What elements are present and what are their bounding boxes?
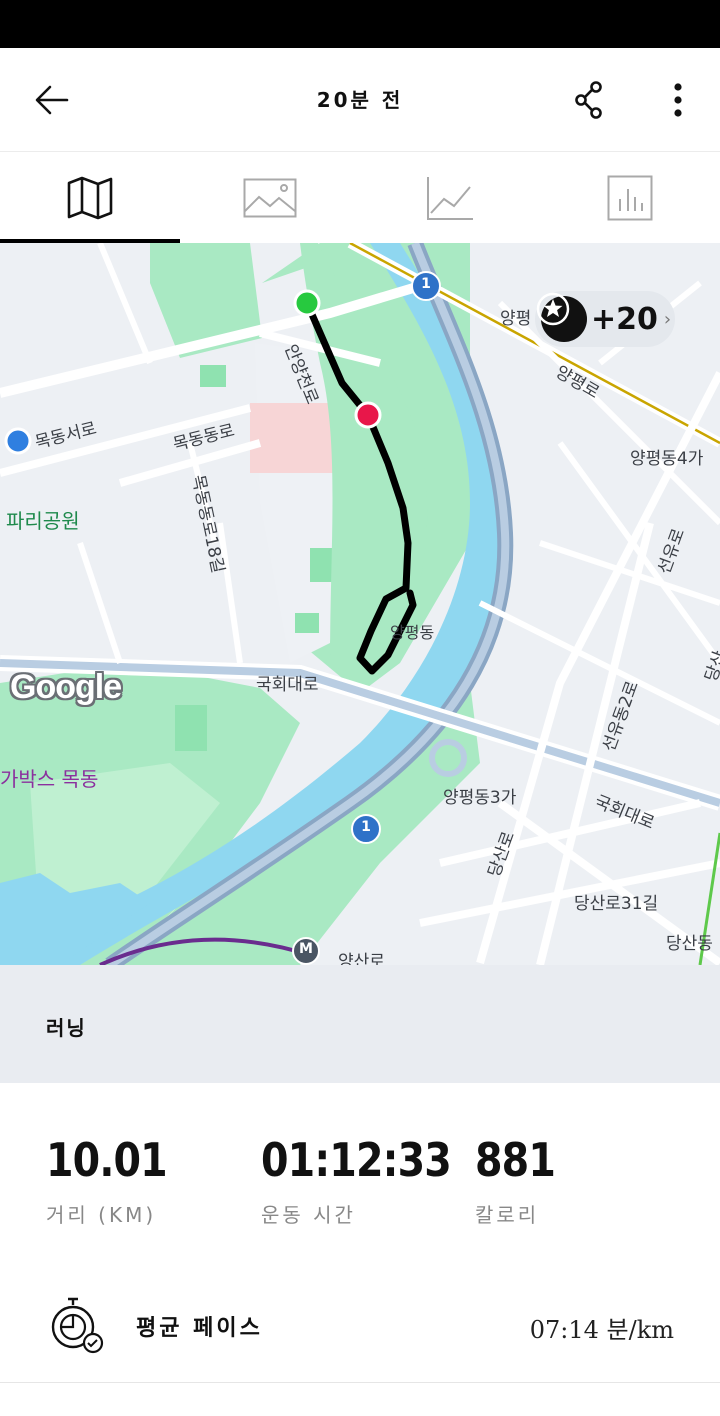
route-1-marker: 1: [421, 276, 431, 292]
stat-value: 10.01: [46, 1133, 168, 1187]
map-label: 가박스 목동: [0, 767, 99, 791]
stat-distance: 10.01 거리 (KM): [46, 1133, 187, 1228]
tab-splits[interactable]: [540, 153, 720, 243]
more-options-button[interactable]: [650, 72, 706, 128]
tab-graph[interactable]: [360, 153, 540, 243]
stats-panel: 10.01 거리 (KM) 01:12:33 운동 시간 881 칼로리: [0, 1083, 720, 1283]
app-header: 20분 전: [0, 48, 720, 152]
line-chart-icon: [427, 177, 473, 220]
map-label: 양산로: [338, 952, 385, 965]
map-label: 양평: [500, 309, 532, 329]
map-label: 양평동4가: [630, 449, 704, 469]
bar-chart-icon: [607, 175, 653, 221]
map-background: [0, 243, 720, 965]
stat-label: 운동 시간: [261, 1203, 356, 1227]
stat-calories: 881 칼로리: [475, 1133, 568, 1228]
stat-label: 거리 (KM): [46, 1203, 157, 1227]
tab-map[interactable]: [0, 153, 180, 243]
activity-type-bar: 러닝: [0, 965, 720, 1083]
status-bar: [0, 0, 720, 48]
tab-photo[interactable]: [180, 153, 360, 243]
star-icon: [536, 292, 587, 342]
activity-type: 러닝: [46, 1016, 87, 1040]
stat-value: 881: [475, 1133, 556, 1187]
tab-bar: [0, 153, 720, 243]
average-pace-row: 평균 페이스 07:14 분/km: [0, 1283, 720, 1383]
stat-label: 칼로리: [475, 1203, 540, 1227]
share-icon: [575, 81, 602, 119]
pace-label: 평균 페이스: [136, 1316, 263, 1341]
map-label: 국회대로: [256, 675, 319, 695]
map-icon: [67, 176, 113, 220]
stat-duration: 01:12:33 운동 시간: [261, 1133, 482, 1228]
map-label: 당산동: [666, 934, 713, 954]
map-label: 당산로31길: [574, 894, 659, 914]
share-button[interactable]: [560, 72, 620, 128]
badge-count: +20: [591, 301, 658, 337]
more-vertical-icon: [674, 83, 682, 117]
stopwatch-icon: [51, 1297, 104, 1354]
image-icon: [243, 178, 297, 218]
map-label: 양평동3가: [443, 788, 517, 808]
metro-marker: M: [299, 941, 313, 957]
map-label: 양평동: [390, 623, 435, 642]
route-map[interactable]: 1 1 M 목동서로 목동동로 목동동로18길 안양천로 파리공원 양평 양평로…: [0, 243, 720, 965]
map-label: 파리공원: [6, 509, 80, 533]
pace-value: 07:14 분/km: [529, 1316, 674, 1344]
google-logo: Google: [10, 668, 122, 706]
stat-value: 01:12:33: [261, 1133, 452, 1187]
route-1-marker: 1: [361, 819, 371, 835]
chevron-right-icon: ›: [663, 308, 672, 330]
achievement-badge[interactable]: +20 ›: [535, 291, 675, 347]
